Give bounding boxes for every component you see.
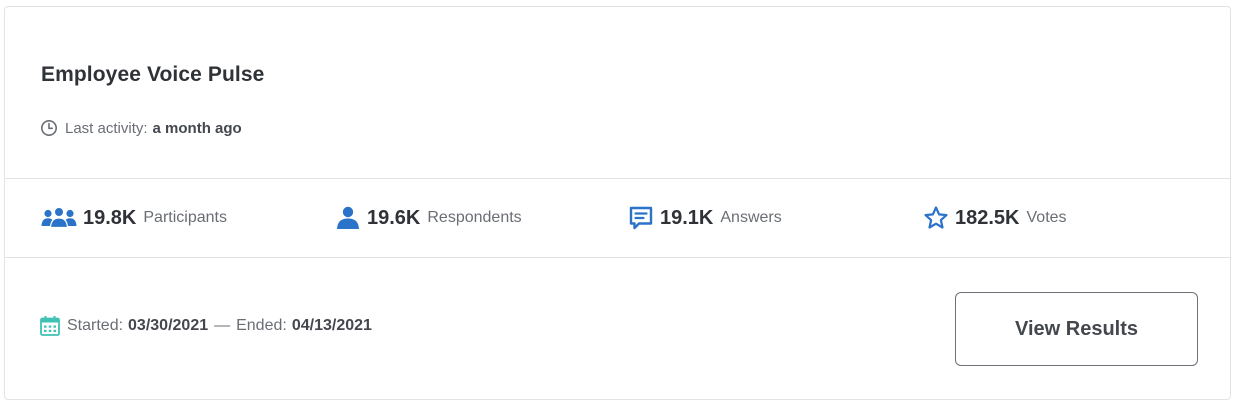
answers-label: Answers [720, 209, 782, 226]
participants-count: 19.8K [83, 206, 137, 229]
survey-card: Employee Voice Pulse Last activity: a mo… [4, 6, 1231, 400]
survey-dates: Started: 03/30/2021 — Ended: 04/13/2021 [39, 315, 372, 337]
participants-icon [41, 206, 77, 229]
ended-date: 04/13/2021 [291, 317, 372, 334]
respondents-count: 19.6K [367, 206, 421, 229]
stat-respondents: 19.6K Respondents [335, 179, 522, 257]
card-header: Employee Voice Pulse Last activity: a mo… [5, 7, 1230, 178]
answers-icon [629, 206, 653, 230]
ended-label: Ended: [236, 317, 287, 334]
started-label: Started: [67, 317, 124, 334]
stat-participants: 19.8K Participants [41, 179, 227, 257]
survey-title: Employee Voice Pulse [41, 63, 265, 86]
stat-votes: 182.5K Votes [923, 179, 1067, 257]
star-icon [924, 206, 948, 229]
last-activity: Last activity: a month ago [39, 118, 242, 138]
stats-row: 19.8K Participants 19.6K Respondents 19.… [5, 179, 1230, 257]
view-results-button[interactable]: View Results [955, 292, 1198, 366]
votes-label: Votes [1026, 209, 1067, 226]
participants-label: Participants [143, 209, 227, 226]
last-activity-label: Last activity: [65, 119, 148, 137]
clock-icon [41, 120, 57, 136]
stat-answers: 19.1K Answers [628, 179, 782, 257]
date-separator: — [214, 317, 231, 334]
calendar-icon [40, 316, 60, 336]
last-activity-value: a month ago [152, 119, 242, 137]
votes-count: 182.5K [955, 206, 1020, 229]
respondents-label: Respondents [427, 209, 522, 226]
respondent-icon [337, 206, 359, 229]
card-footer: Started: 03/30/2021 — Ended: 04/13/2021 … [5, 258, 1230, 399]
answers-count: 19.1K [660, 206, 714, 229]
started-date: 03/30/2021 [128, 317, 209, 334]
